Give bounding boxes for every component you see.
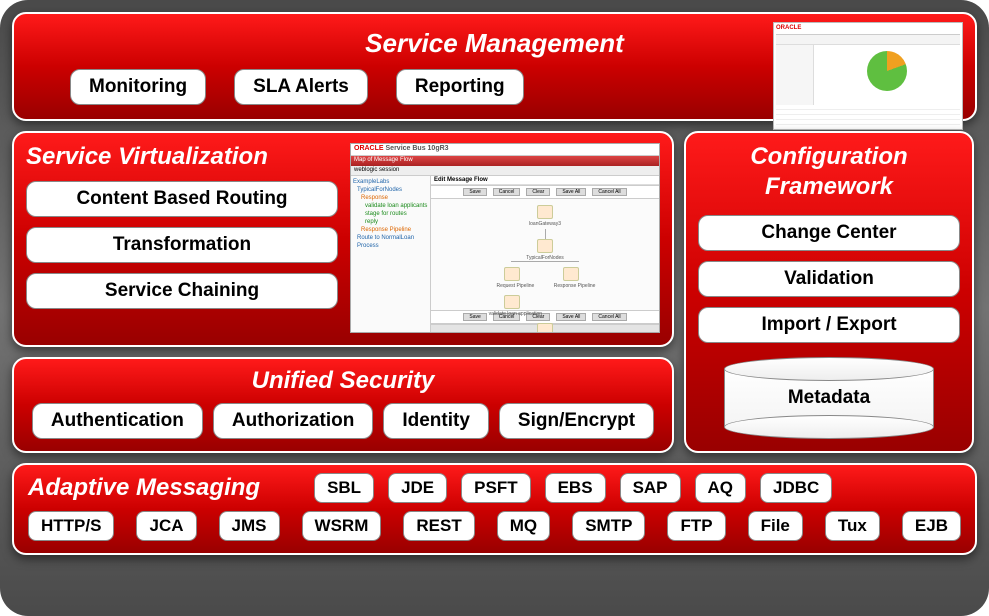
- chip-sign-encrypt: Sign/Encrypt: [499, 403, 654, 439]
- configuration-framework-title2: Framework: [698, 173, 960, 201]
- thumb-bar2: weblogic session: [354, 167, 399, 173]
- service-management-panel: Service Management Monitoring SLA Alerts…: [12, 12, 977, 121]
- unified-security-panel: Unified Security Authentication Authoriz…: [12, 357, 674, 453]
- chip-ftp: FTP: [667, 511, 725, 541]
- chip-jms: JMS: [219, 511, 280, 541]
- thumb-canvas: loanGateway3 TypicalForNodes Request Pip…: [431, 199, 659, 310]
- chip-smtp: SMTP: [572, 511, 645, 541]
- chip-content-based-routing: Content Based Routing: [26, 181, 338, 217]
- chip-identity: Identity: [383, 403, 489, 439]
- thumb-button-row-bottom: Save Cancel Clear Save All Cancel All: [431, 310, 659, 324]
- thumb-subheader: Edit Message Flow: [431, 176, 659, 185]
- chip-ejb: EJB: [902, 511, 961, 541]
- chip-sbl: SBL: [314, 473, 374, 503]
- chip-authorization: Authorization: [213, 403, 373, 439]
- thumb-product: Service Bus 10gR3: [386, 145, 449, 152]
- chip-jdbc: JDBC: [760, 473, 832, 503]
- unified-security-title: Unified Security: [26, 367, 660, 395]
- chip-wsrm: WSRM: [302, 511, 382, 541]
- chip-file: File: [748, 511, 803, 541]
- thumb-brand: ORACLE: [776, 25, 801, 31]
- chip-psft: PSFT: [461, 473, 530, 503]
- dashboard-thumbnail: ORACLE: [773, 22, 963, 130]
- chip-import-export: Import / Export: [698, 307, 960, 343]
- chip-monitoring: Monitoring: [70, 69, 206, 105]
- service-virtualization-title: Service Virtualization: [26, 143, 338, 171]
- chip-authentication: Authentication: [32, 403, 203, 439]
- chip-sap: SAP: [620, 473, 681, 503]
- chip-service-chaining: Service Chaining: [26, 273, 338, 309]
- chip-aq: AQ: [695, 473, 747, 503]
- message-flow-thumbnail: ORACLE Service Bus 10gR3 Map of Message …: [350, 143, 660, 333]
- chip-change-center: Change Center: [698, 215, 960, 251]
- chip-jca: JCA: [136, 511, 196, 541]
- thumb-bar1: Map of Message Flow: [354, 157, 413, 163]
- configuration-framework-title1: Configuration: [698, 143, 960, 171]
- chip-transformation: Transformation: [26, 227, 338, 263]
- adaptive-messaging-panel: Adaptive Messaging SBL JDE PSFT EBS SAP …: [12, 463, 977, 555]
- pie-chart-icon: [867, 51, 907, 91]
- chip-ebs: EBS: [545, 473, 606, 503]
- chip-tux: Tux: [825, 511, 880, 541]
- chip-validation: Validation: [698, 261, 960, 297]
- configuration-framework-panel: Configuration Framework Change Center Va…: [684, 131, 974, 453]
- thumb-brand2: ORACLE: [354, 145, 384, 152]
- adaptive-messaging-title: Adaptive Messaging: [28, 474, 260, 502]
- chip-rest: REST: [403, 511, 474, 541]
- thumb-button-row-top: Save Cancel Clear Save All Cancel All: [431, 185, 659, 199]
- metadata-cylinder: Metadata: [724, 357, 934, 439]
- chip-mq: MQ: [497, 511, 550, 541]
- chip-jde: JDE: [388, 473, 447, 503]
- chip-https: HTTP/S: [28, 511, 114, 541]
- architecture-diagram: Service Management Monitoring SLA Alerts…: [0, 0, 989, 616]
- chip-sla-alerts: SLA Alerts: [234, 69, 368, 105]
- service-virtualization-panel: Service Virtualization Content Based Rou…: [12, 131, 674, 347]
- chip-reporting: Reporting: [396, 69, 524, 105]
- metadata-label: Metadata: [788, 387, 870, 409]
- thumb-tree: ExampleLabs TypicalForNodes Response val…: [351, 176, 431, 332]
